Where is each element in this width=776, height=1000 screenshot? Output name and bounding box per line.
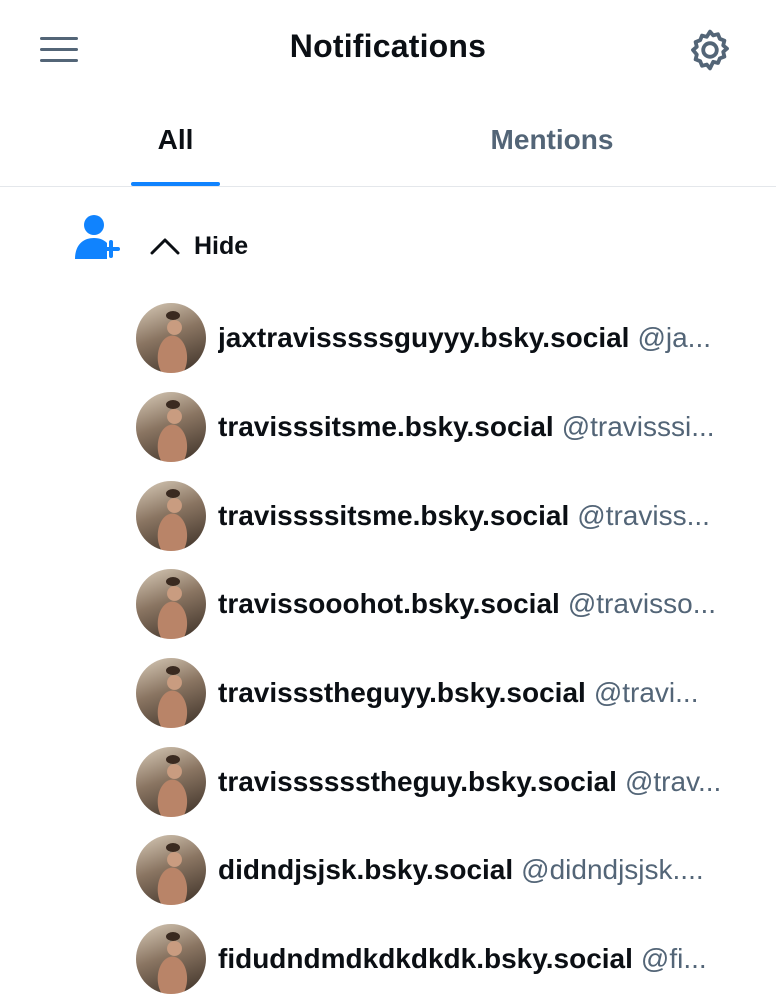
chevron-up-icon xyxy=(150,238,180,255)
follower-list: jaxtravisssssguyyy.bsky.social @ja... tra… xyxy=(136,294,766,1000)
user-handle: @didndjsjsk.... xyxy=(521,854,704,886)
follower-row[interactable]: travisssitsme.bsky.social @travisssi... xyxy=(136,383,766,472)
display-name[interactable]: jaxtravisssssguyyy.bsky.social xyxy=(218,322,629,353)
user-handle: @ja... xyxy=(637,322,712,354)
user-handle: @travisssi... xyxy=(561,411,715,443)
user-handle: @traviss... xyxy=(577,499,710,531)
person-plus-icon xyxy=(75,215,120,259)
active-tab-indicator xyxy=(131,182,220,186)
follower-row[interactable]: didndjsjsk.bsky.social @didndjsjsk.... xyxy=(136,826,766,915)
avatar[interactable] xyxy=(136,480,206,551)
display-name[interactable]: travissooohot.bsky.social xyxy=(218,588,560,619)
user-handle: @travi... xyxy=(593,677,699,709)
avatar[interactable] xyxy=(136,746,206,817)
avatar[interactable] xyxy=(136,303,206,374)
hide-toggle-button[interactable]: Hide xyxy=(148,228,248,264)
gear-icon xyxy=(691,29,729,71)
page-title: Notifications xyxy=(289,28,487,64)
avatar[interactable] xyxy=(136,658,206,729)
avatar[interactable] xyxy=(136,924,206,995)
display-name[interactable]: travisssitsme.bsky.social xyxy=(218,411,554,442)
user-handle: @trav... xyxy=(624,765,722,797)
top-bar: Notifications xyxy=(0,0,776,100)
follower-text: travissssitsme.bsky.social @traviss... xyxy=(218,498,766,534)
avatar[interactable] xyxy=(136,569,206,640)
avatar[interactable] xyxy=(136,392,206,463)
follower-text: travissooohot.bsky.social @travisso... xyxy=(218,586,766,622)
follower-text: jaxtravisssssguyyy.bsky.social @ja... xyxy=(218,320,766,356)
tab-all[interactable]: All xyxy=(131,124,220,156)
follower-row[interactable]: travissssitsme.bsky.social @traviss... xyxy=(136,471,766,560)
follower-text: travissstheguyy.bsky.social @travi... xyxy=(218,675,766,711)
tab-bar: All Mentions xyxy=(0,100,776,187)
avatar[interactable] xyxy=(136,835,206,906)
follower-text: didndjsjsk.bsky.social @didndjsjsk.... xyxy=(218,852,766,888)
follower-row[interactable]: jaxtravisssssguyyy.bsky.social @ja... xyxy=(136,294,766,383)
settings-button[interactable] xyxy=(686,26,734,74)
hide-label: Hide xyxy=(194,231,249,260)
follow-notification: Hide jaxtravisssssguyyy.bsky.social @ja..… xyxy=(0,188,776,1000)
follower-row[interactable]: travisssssstheguy.bsky.social @trav... xyxy=(136,737,766,826)
display-name[interactable]: travisssssstheguy.bsky.social xyxy=(218,766,617,797)
follower-row[interactable]: travissooohot.bsky.social @travisso... xyxy=(136,560,766,649)
display-name[interactable]: didndjsjsk.bsky.social xyxy=(218,854,513,885)
follower-text: fidudndmdkdkdkdk.bsky.social @fi... xyxy=(218,941,766,977)
user-handle: @fi... xyxy=(640,943,707,975)
display-name[interactable]: travissssitsme.bsky.social xyxy=(218,500,569,531)
user-handle: @travisso... xyxy=(567,588,717,620)
follower-text: travisssssstheguy.bsky.social @trav... xyxy=(218,764,766,800)
follower-row[interactable]: fidudndmdkdkdkdk.bsky.social @fi... xyxy=(136,915,766,1000)
follower-row[interactable]: travissstheguyy.bsky.social @travi... xyxy=(136,649,766,738)
display-name[interactable]: travissstheguyy.bsky.social xyxy=(218,677,586,708)
tab-mentions[interactable]: Mentions xyxy=(452,124,652,156)
follower-text: travisssitsme.bsky.social @travisssi... xyxy=(218,409,766,445)
display-name[interactable]: fidudndmdkdkdkdk.bsky.social xyxy=(218,943,633,974)
